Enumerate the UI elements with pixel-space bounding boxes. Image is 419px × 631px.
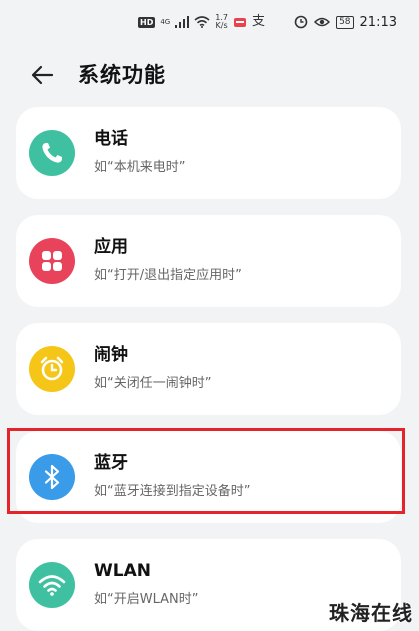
- wifi-status-icon: [194, 16, 210, 28]
- notification-icon: [233, 18, 246, 27]
- back-button[interactable]: [28, 60, 58, 90]
- eye-icon: [314, 17, 331, 27]
- network-gen: 4G: [160, 18, 171, 26]
- signal-icon: [175, 16, 190, 28]
- status-left-icons: HD 4G 1.7 K/s 支: [138, 13, 265, 31]
- item-description: 如“开启WLAN时”: [94, 592, 199, 607]
- list-item-apps[interactable]: 应用 如“打开/退出指定应用时”: [16, 215, 401, 307]
- phone-icon: [29, 130, 75, 176]
- wifi-icon: [29, 562, 75, 608]
- status-bar: HD 4G 1.7 K/s 支 58 21:13: [0, 0, 419, 44]
- page-header: 系统功能: [0, 52, 419, 98]
- item-title: 闹钟: [94, 345, 128, 365]
- app-notification-icon: 支: [251, 14, 265, 29]
- item-title: 应用: [94, 237, 128, 257]
- item-description: 如“打开/退出指定应用时”: [94, 268, 242, 283]
- alarm-icon: [294, 15, 308, 29]
- item-description: 如“本机来电时”: [94, 160, 186, 175]
- item-title: WLAN: [94, 561, 151, 581]
- item-title: 电话: [94, 129, 128, 149]
- network-speed: 1.7 K/s: [215, 13, 228, 30]
- status-right-icons: 58 21:13: [294, 13, 397, 31]
- apps-grid-icon: [29, 238, 75, 284]
- page-title: 系统功能: [78, 63, 166, 87]
- battery-icon: 58: [336, 15, 354, 29]
- highlight-annotation: [7, 428, 405, 514]
- list-item-alarm[interactable]: 闹钟 如“关闭任一闹钟时”: [16, 323, 401, 415]
- watermark: 珠海在线: [329, 601, 413, 625]
- hd-badge: HD: [138, 16, 156, 28]
- list-item-phone[interactable]: 电话 如“本机来电时”: [16, 107, 401, 199]
- item-description: 如“关闭任一闹钟时”: [94, 376, 212, 391]
- arrow-left-icon: [31, 65, 54, 85]
- alarm-clock-icon: [29, 346, 75, 392]
- status-time: 21:13: [359, 14, 397, 30]
